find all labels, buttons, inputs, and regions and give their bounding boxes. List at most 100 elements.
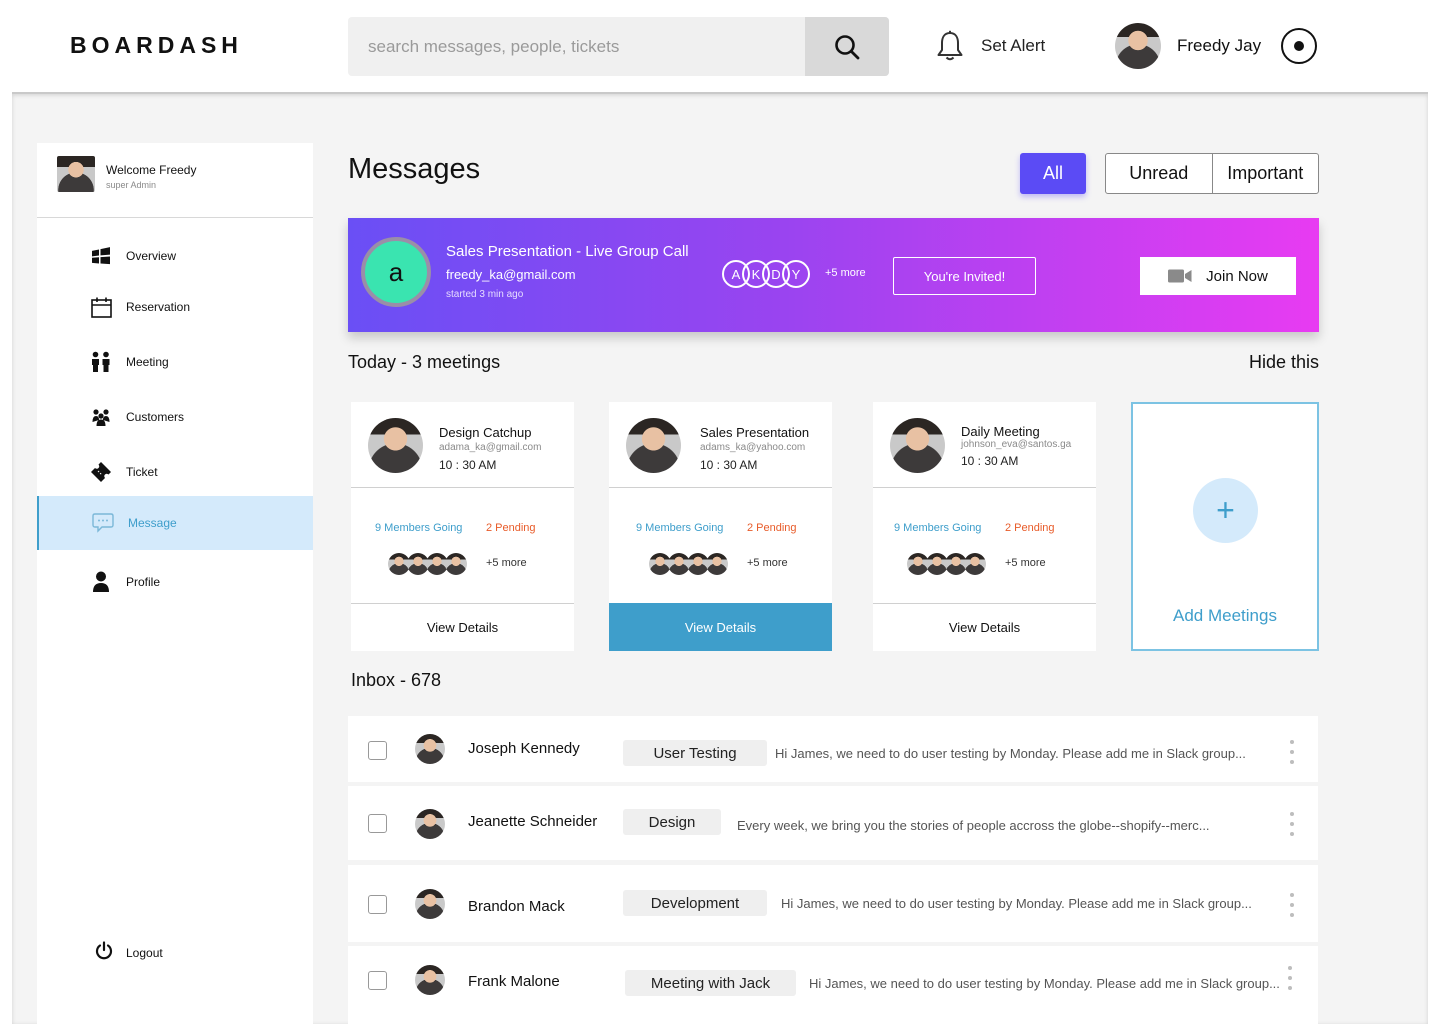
banner-more-participants: +5 more	[825, 267, 866, 279]
members-going[interactable]: 9 Members Going	[636, 522, 723, 534]
sidebar: Welcome Freedy super Admin Overview Rese…	[37, 143, 313, 1024]
meeting-card-header: Daily Meeting johnson_eva@santos.ga 10 :…	[873, 402, 1096, 488]
sidebar-item-customers[interactable]: Customers	[37, 390, 313, 444]
row-checkbox[interactable]	[368, 971, 387, 990]
row-checkbox[interactable]	[368, 895, 387, 914]
hide-this-link[interactable]: Hide this	[1249, 352, 1319, 373]
logout-button[interactable]: Logout	[37, 926, 313, 980]
user-name[interactable]: Freedy Jay	[1177, 36, 1261, 56]
sender-avatar	[415, 889, 445, 919]
message-tag[interactable]: Design	[623, 809, 721, 835]
sidebar-item-overview[interactable]: Overview	[37, 229, 313, 283]
welcome-title: Welcome Freedy	[106, 163, 197, 177]
search-input[interactable]	[348, 17, 805, 76]
windows-icon	[90, 245, 112, 267]
meeting-title: Sales Presentation	[700, 425, 810, 440]
meeting-host-avatar	[368, 418, 423, 473]
sidebar-item-label: Meeting	[126, 355, 169, 369]
message-tag[interactable]: Development	[623, 890, 767, 916]
people-icon	[90, 351, 112, 373]
filter-unread-button[interactable]: Unread	[1106, 154, 1213, 193]
sidebar-item-label: Customers	[126, 410, 185, 424]
page-title: Messages	[348, 153, 481, 185]
banner-avatar: a	[361, 237, 431, 307]
attendee-avatars	[649, 553, 729, 575]
sender-name: Jeanette Schneider	[468, 813, 598, 830]
message-preview: Hi James, we need to do user testing by …	[775, 746, 1246, 761]
sender-name: Frank Malone	[468, 973, 560, 990]
pending-count[interactable]: 2 Pending	[747, 522, 797, 534]
app-logo[interactable]: BOARDASH	[70, 32, 243, 59]
filter-group: Unread Important	[1105, 153, 1319, 194]
participant-initials: A K D Y	[722, 260, 822, 290]
welcome-role: super Admin	[106, 180, 157, 190]
sender-name: Joseph Kennedy	[468, 740, 580, 757]
meeting-email: adama_ka@gmail.com	[439, 442, 542, 453]
members-going[interactable]: 9 Members Going	[894, 522, 981, 534]
add-meetings-label: Add Meetings	[1173, 606, 1277, 625]
more-options-icon[interactable]	[1289, 893, 1295, 917]
welcome-block: Welcome Freedy super Admin	[37, 143, 313, 218]
add-meetings-card[interactable]: + Add Meetings	[1131, 402, 1319, 651]
join-now-button[interactable]: Join Now	[1140, 257, 1296, 295]
more-options-icon[interactable]	[1289, 812, 1295, 836]
inbox-row[interactable]: Brandon Mack Development Hi James, we ne…	[348, 865, 1318, 942]
attendee-avatar	[706, 553, 728, 575]
meeting-time: 10 : 30 AM	[700, 458, 758, 472]
message-tag[interactable]: Meeting with Jack	[625, 970, 796, 996]
row-checkbox[interactable]	[368, 814, 387, 833]
members-going[interactable]: 9 Members Going	[375, 522, 462, 534]
inbox-row[interactable]: Frank Malone Meeting with Jack Hi James,…	[348, 946, 1318, 1024]
banner-email: freedy_ka@gmail.com	[446, 267, 576, 282]
row-checkbox[interactable]	[368, 741, 387, 760]
view-details-button[interactable]: View Details	[351, 603, 574, 651]
sidebar-item-label: Overview	[126, 249, 177, 263]
sidebar-item-meeting[interactable]: Meeting	[37, 335, 313, 389]
inbox-row[interactable]: Jeanette Schneider Design Every week, we…	[348, 786, 1318, 860]
invited-button[interactable]: You're Invited!	[893, 257, 1036, 295]
filter-all-button[interactable]: All	[1020, 153, 1086, 194]
more-options-icon[interactable]	[1289, 740, 1295, 764]
pending-count[interactable]: 2 Pending	[486, 522, 536, 534]
view-details-button[interactable]: View Details	[873, 603, 1096, 651]
meeting-host-avatar	[626, 418, 681, 473]
meeting-title: Daily Meeting	[961, 424, 1040, 439]
message-preview: Every week, we bring you the stories of …	[737, 818, 1210, 833]
search-button[interactable]	[805, 17, 889, 76]
message-preview: Hi James, we need to do user testing by …	[781, 896, 1252, 911]
more-options-icon[interactable]	[1287, 966, 1293, 990]
message-preview: Hi James, we need to do user testing by …	[809, 976, 1280, 991]
calendar-icon	[90, 296, 112, 318]
meeting-card: Design Catchup adama_ka@gmail.com 10 : 3…	[351, 402, 574, 651]
meeting-card-header: Sales Presentation adams_ka@yahoo.com 10…	[609, 402, 832, 488]
more-attendees: +5 more	[747, 557, 788, 569]
more-attendees: +5 more	[486, 557, 527, 569]
sidebar-item-message[interactable]: Message	[37, 496, 313, 550]
search-icon	[835, 34, 860, 59]
sidebar-item-profile[interactable]: Profile	[37, 555, 313, 609]
sidebar-item-reservation[interactable]: Reservation	[37, 280, 313, 334]
sidebar-item-label: Ticket	[126, 465, 158, 479]
filter-important-button[interactable]: Important	[1213, 154, 1319, 193]
more-attendees: +5 more	[1005, 557, 1046, 569]
meeting-email: johnson_eva@santos.ga	[961, 439, 1072, 450]
user-avatar[interactable]	[1115, 23, 1161, 69]
meeting-card: Sales Presentation adams_ka@yahoo.com 10…	[609, 402, 832, 651]
set-alert-button[interactable]: Set Alert	[935, 30, 1045, 62]
sender-avatar	[415, 734, 445, 764]
record-button[interactable]	[1281, 28, 1318, 64]
view-details-button[interactable]: View Details	[609, 603, 832, 651]
ticket-icon	[90, 461, 112, 483]
inbox-row[interactable]: Joseph Kennedy User Testing Hi James, we…	[348, 716, 1318, 782]
top-header: BOARDASH Set Alert Freedy Jay	[0, 0, 1440, 92]
welcome-avatar	[57, 156, 95, 192]
message-tag[interactable]: User Testing	[623, 740, 767, 766]
attendee-avatar	[964, 553, 986, 575]
live-call-banner: a Sales Presentation - Live Group Call f…	[348, 218, 1319, 332]
attendee-avatar	[445, 553, 467, 575]
user-menu: Freedy Jay	[1115, 23, 1318, 69]
meeting-host-avatar	[890, 418, 945, 473]
sidebar-item-ticket[interactable]: Ticket	[37, 445, 313, 499]
video-camera-icon	[1168, 269, 1192, 283]
pending-count[interactable]: 2 Pending	[1005, 522, 1055, 534]
